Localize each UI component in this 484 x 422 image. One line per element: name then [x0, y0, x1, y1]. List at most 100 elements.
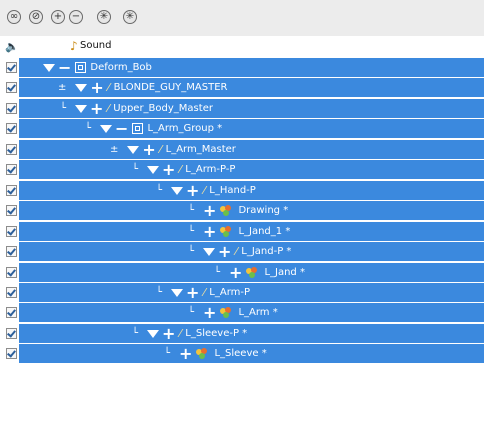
tree-branch-icon: └: [156, 185, 163, 196]
layer-node: └ + ⁄ L_Hand-P: [156, 181, 256, 200]
layer-node: └ + L_Jand *: [214, 263, 305, 282]
layer-row[interactable]: └ + L_Jand_1 *: [6, 222, 484, 241]
layer-enable-checkbox[interactable]: [6, 185, 17, 196]
add-toggle-icon[interactable]: +: [186, 182, 199, 199]
layer-node: └ + ⁄ Upper_Body_Master: [60, 99, 213, 118]
layer-node: ± + ⁄ BLONDE_GUY_MASTER: [58, 78, 227, 97]
expand-triangle-icon[interactable]: [203, 247, 216, 256]
layer-enable-checkbox[interactable]: [6, 287, 17, 298]
delete-layer-icon[interactable]: ✳: [122, 9, 138, 25]
layer-row[interactable]: └ + ⁄ L_Jand-P *: [6, 242, 484, 261]
layer-row[interactable]: └ + L_Arm *: [6, 303, 484, 322]
expand-triangle-icon[interactable]: [171, 186, 184, 195]
expand-triangle-icon[interactable]: [147, 165, 160, 174]
layer-enable-checkbox[interactable]: [6, 62, 17, 73]
peg-icon: ⁄: [179, 327, 182, 340]
layer-row[interactable]: └ + L_Jand *: [6, 263, 484, 282]
speaker-icon[interactable]: 🔈: [5, 40, 19, 53]
layer-row[interactable]: ± + ⁄ BLONDE_GUY_MASTER: [6, 78, 484, 97]
deform-group-icon: [132, 123, 144, 134]
layer-node: └ + L_Sleeve *: [164, 344, 267, 363]
add-toggle-icon[interactable]: +: [142, 141, 155, 158]
peg-icon: ⁄: [203, 286, 206, 299]
layer-name-label: L_Arm_Master: [165, 144, 236, 155]
expand-triangle-icon[interactable]: [127, 145, 140, 154]
collapse-toggle-icon[interactable]: −: [58, 59, 71, 76]
add-toggle-icon[interactable]: +: [229, 264, 242, 281]
layer-row[interactable]: ± + ⁄ L_Arm_Master: [6, 140, 484, 159]
layer-row[interactable]: └ + ⁄ L_Sleeve-P *: [6, 324, 484, 343]
expand-triangle-icon[interactable]: [43, 63, 55, 72]
expand-triangle-icon[interactable]: [100, 124, 113, 133]
layer-name-label: L_Jand-P *: [241, 246, 292, 257]
expand-triangle-icon[interactable]: [171, 288, 184, 297]
layer-enable-checkbox[interactable]: [6, 205, 17, 216]
layer-name-label: Drawing *: [238, 205, 289, 216]
add-toggle-icon[interactable]: +: [186, 284, 199, 301]
add-toggle-icon[interactable]: +: [203, 223, 216, 240]
tree-branch-icon: ±: [110, 144, 119, 155]
layer-row[interactable]: └ + ⁄ L_Arm-P-P: [6, 160, 484, 179]
collapse-toggle-icon[interactable]: −: [115, 120, 128, 137]
tree-branch-icon: └: [164, 348, 171, 359]
layer-name-label: L_Arm-P: [209, 287, 251, 298]
layer-enable-checkbox[interactable]: [6, 144, 17, 155]
expand-all-icon[interactable]: +: [50, 9, 66, 25]
layer-row[interactable]: └ + ⁄ L_Hand-P: [6, 181, 484, 200]
layer-enable-checkbox[interactable]: [6, 267, 17, 278]
expand-triangle-icon[interactable]: [75, 104, 88, 113]
tree-branch-icon: └: [156, 287, 163, 298]
layer-enable-checkbox[interactable]: [6, 226, 17, 237]
hide-all-icon[interactable]: ⊘: [28, 9, 44, 25]
add-toggle-icon[interactable]: +: [90, 100, 103, 117]
peg-icon: ⁄: [203, 184, 206, 197]
tree-branch-icon: └: [60, 103, 67, 114]
layer-row[interactable]: − Deform_Bob: [6, 58, 484, 77]
layer-name-label: L_Arm *: [238, 307, 278, 318]
layer-name-label: L_Arm-P-P: [185, 164, 236, 175]
layer-node: − Deform_Bob: [43, 58, 152, 77]
add-toggle-icon[interactable]: +: [203, 202, 216, 219]
tree-branch-icon: └: [214, 267, 221, 278]
peg-icon: ⁄: [235, 245, 238, 258]
show-all-icon[interactable]: ∞: [6, 9, 22, 25]
layer-enable-checkbox[interactable]: [6, 307, 17, 318]
layer-enable-checkbox[interactable]: [6, 348, 17, 359]
layer-row[interactable]: └ + ⁄ L_Arm-P: [6, 283, 484, 302]
drawing-layer-icon: [220, 225, 234, 238]
layer-enable-checkbox[interactable]: [6, 246, 17, 257]
layer-enable-checkbox[interactable]: [6, 164, 17, 175]
sound-layer-row[interactable]: 🔈 ♪ Sound: [0, 36, 484, 58]
layer-enable-checkbox[interactable]: [6, 328, 17, 339]
layer-row[interactable]: └ + L_Sleeve *: [6, 344, 484, 363]
layer-node: └ + ⁄ L_Arm-P: [156, 283, 250, 302]
add-toggle-icon[interactable]: +: [162, 161, 175, 178]
add-toggle-icon[interactable]: +: [162, 325, 175, 342]
layer-enable-checkbox[interactable]: [6, 103, 17, 114]
deform-group-icon: [75, 62, 87, 73]
layer-node: └ + ⁄ L_Sleeve-P *: [132, 324, 247, 343]
layer-name-label: Upper_Body_Master: [113, 103, 213, 114]
peg-icon: ⁄: [179, 163, 182, 176]
layer-toolbar: ∞ ⊘ + − ✳ ✳: [0, 0, 484, 36]
tree-branch-icon: └: [132, 328, 139, 339]
add-toggle-icon[interactable]: +: [203, 304, 216, 321]
drawing-layer-icon: [220, 204, 234, 217]
layer-enable-checkbox[interactable]: [6, 123, 17, 134]
add-layer-icon[interactable]: ✳: [96, 9, 112, 25]
add-toggle-icon[interactable]: +: [90, 79, 103, 96]
collapse-all-icon[interactable]: −: [68, 9, 84, 25]
layer-row[interactable]: └ + ⁄ Upper_Body_Master: [6, 99, 484, 118]
layer-row[interactable]: └ + Drawing *: [6, 201, 484, 220]
layer-enable-checkbox[interactable]: [6, 82, 17, 93]
layer-name-label: L_Arm_Group *: [147, 123, 223, 134]
layer-node: └ + ⁄ L_Jand-P *: [188, 242, 291, 261]
add-toggle-icon[interactable]: +: [179, 345, 192, 362]
expand-triangle-icon[interactable]: [147, 329, 160, 338]
layer-row[interactable]: └ − L_Arm_Group *: [6, 119, 484, 138]
tree-branch-icon: └: [188, 226, 195, 237]
layer-node: └ + ⁄ L_Arm-P-P: [132, 160, 235, 179]
expand-triangle-icon[interactable]: [75, 83, 88, 92]
add-toggle-icon[interactable]: +: [218, 243, 231, 260]
peg-icon: ⁄: [107, 81, 110, 94]
